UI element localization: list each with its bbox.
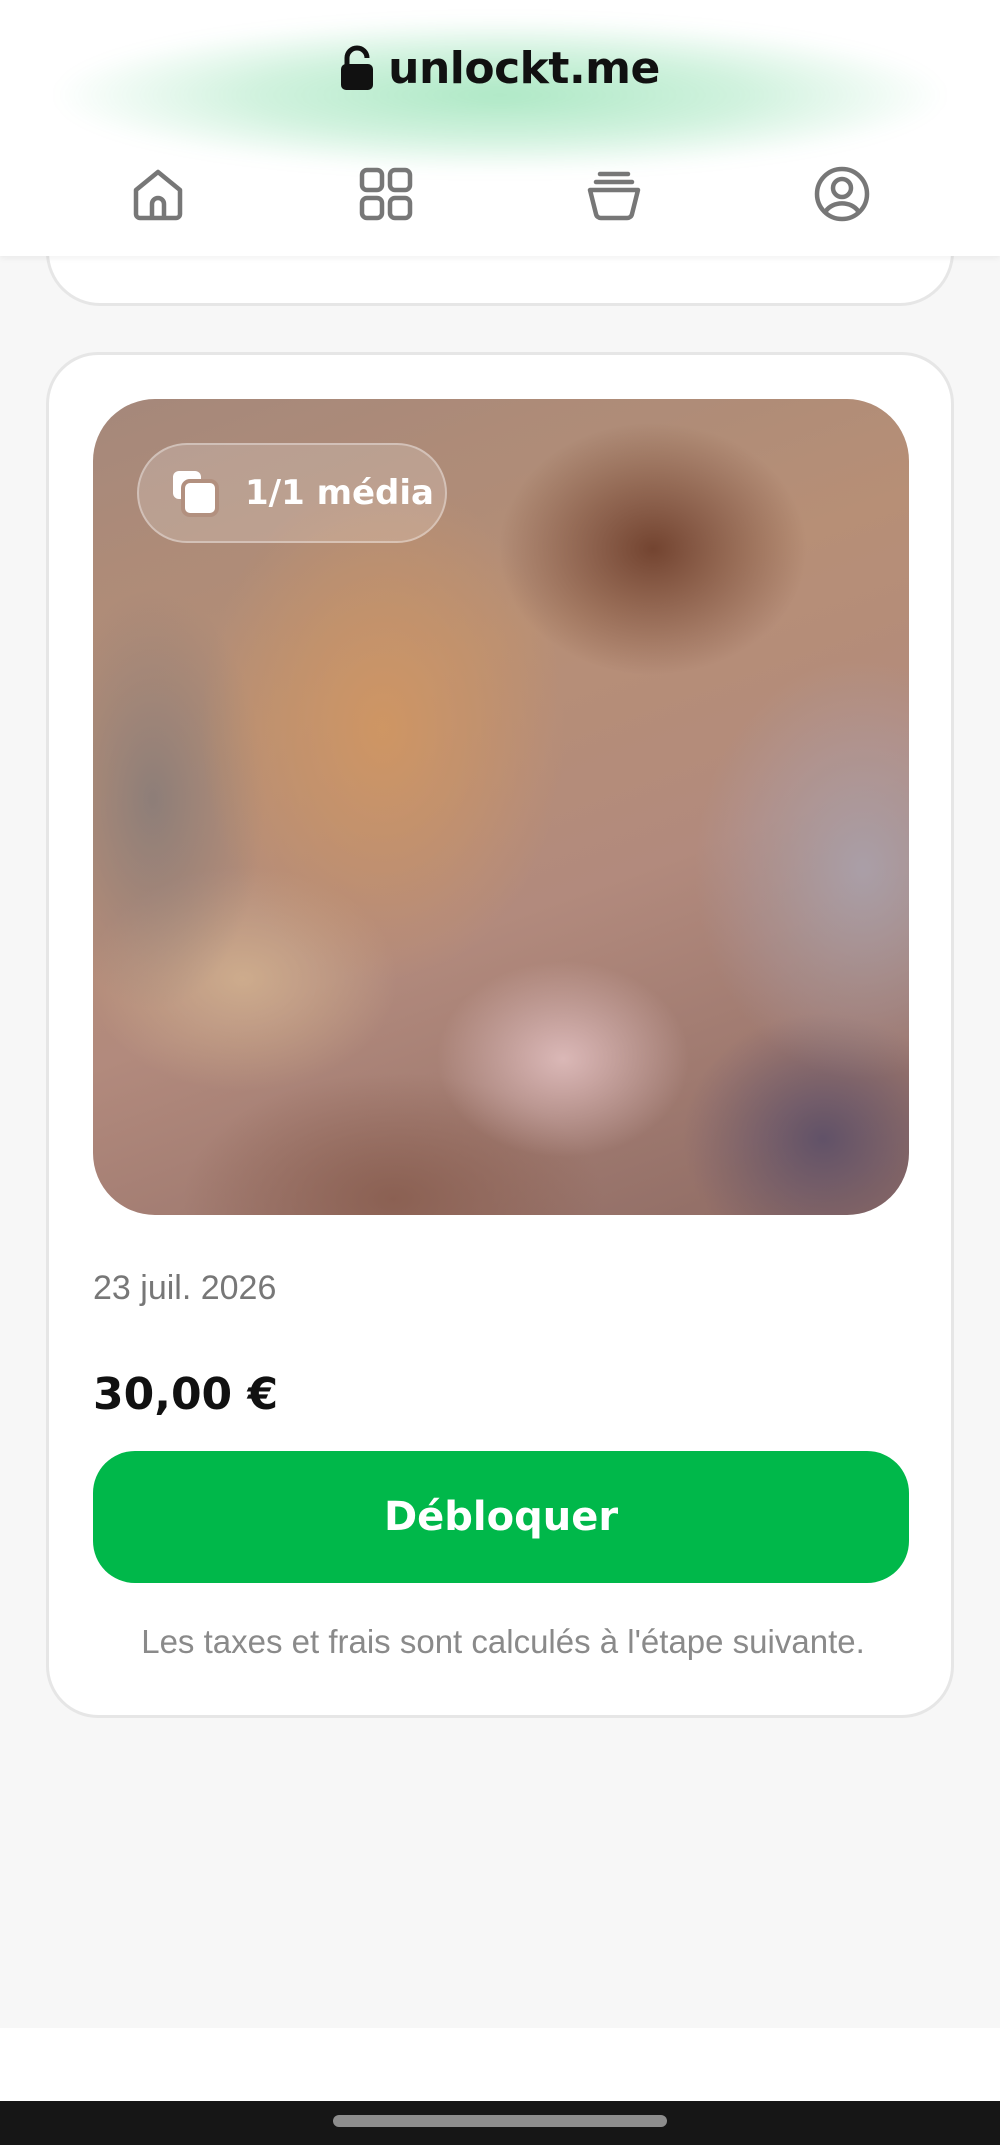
- unlock-button[interactable]: Débloquer: [93, 1451, 909, 1583]
- nav-bucket-button[interactable]: [582, 162, 646, 226]
- bottom-spacer: [0, 2028, 1000, 2101]
- post-price: 30,00 €: [93, 1369, 279, 1420]
- profile-icon: [814, 166, 870, 222]
- post-card: 1/1 média 23 juil. 2026 30,00 € Débloque…: [46, 352, 954, 1718]
- media-count-badge: 1/1 média: [137, 443, 447, 543]
- site-name: unlockt.me: [388, 42, 660, 94]
- home-indicator[interactable]: [333, 2115, 667, 2127]
- home-icon: [133, 169, 183, 221]
- nav-home-button[interactable]: [126, 162, 190, 226]
- unlock-button-label: Débloquer: [383, 1494, 619, 1540]
- lock-icon: [341, 45, 374, 90]
- bucket-icon: [587, 171, 641, 221]
- grid-icon: [359, 167, 413, 221]
- locked-media-preview[interactable]: 1/1 média: [93, 399, 909, 1215]
- top-header: unlockt.me: [0, 0, 1000, 256]
- nav-grid-button[interactable]: [354, 162, 418, 226]
- system-gesture-bar: [0, 2101, 1000, 2145]
- media-count-label: 1/1 média: [245, 473, 434, 513]
- brand[interactable]: unlockt.me: [0, 38, 1000, 98]
- tax-note: Les taxes et frais sont calculés à l'éta…: [141, 1623, 865, 1660]
- nav-profile-button[interactable]: [810, 162, 874, 226]
- post-date: 23 juil. 2026: [93, 1269, 277, 1307]
- media-stack-icon: [173, 471, 219, 517]
